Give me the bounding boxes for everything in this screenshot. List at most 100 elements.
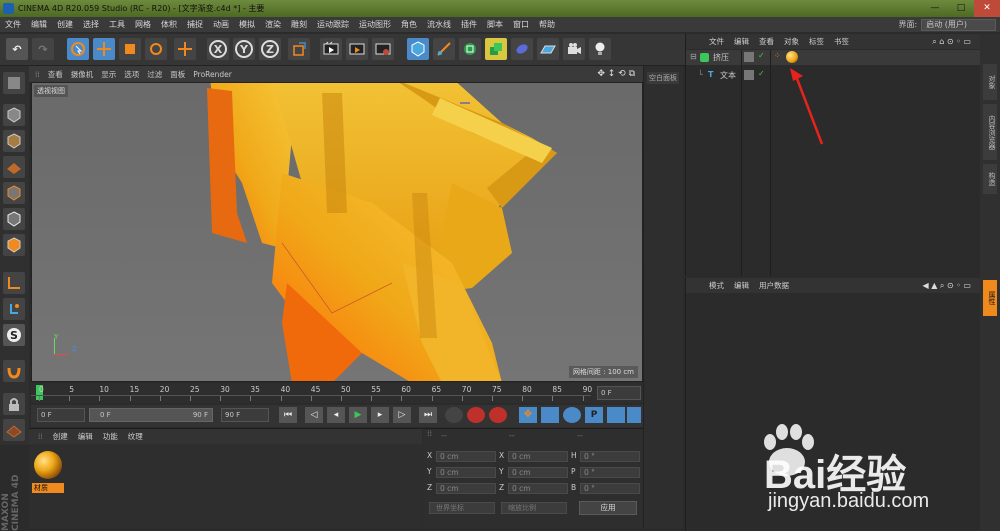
subdivision-icon[interactable] [459, 38, 481, 60]
record-keys-icon[interactable] [445, 407, 463, 423]
enabled-check-icon[interactable]: ✓ [758, 69, 765, 78]
z-axis-lock[interactable]: Z [259, 38, 281, 60]
object-menu-bookmarks[interactable]: 书签 [829, 36, 854, 47]
rotate-icon[interactable] [145, 38, 167, 60]
tab-objects[interactable]: 对象 [983, 64, 997, 100]
object-manager-tools-icons[interactable]: ⌕ ⌂ ⊙ ◦ ▭ [927, 37, 976, 47]
menu-render[interactable]: 渲染 [260, 19, 286, 30]
apply-button[interactable]: 应用 [579, 501, 637, 515]
tree-collapse-icon[interactable]: ⊟ [690, 52, 697, 61]
timeline-ruler[interactable]: 0 5 10 15 20 25 30 35 40 45 50 55 60 65 70 75 80 85 90 0 F [31, 383, 643, 403]
undo-icon[interactable]: ↶ [6, 38, 28, 60]
close-button[interactable]: ✕ [974, 0, 1000, 17]
start-frame-field[interactable]: 0 F [37, 408, 85, 422]
menu-script[interactable]: 脚本 [482, 19, 508, 30]
viewport-nav-icons[interactable]: ✥ ↕ ⟲ ⧉ [593, 69, 639, 79]
go-to-start-icon[interactable]: ⏮ [279, 407, 297, 423]
extrude-generator-icon[interactable] [485, 38, 507, 60]
viewport-menu-display[interactable]: 显示 [97, 69, 120, 80]
floor-icon[interactable] [537, 38, 559, 60]
menu-volume[interactable]: 体积 [156, 19, 182, 30]
workplane-mode-icon[interactable] [3, 156, 25, 178]
viewport-menu-panel[interactable]: 面板 [166, 69, 189, 80]
menu-mesh[interactable]: 网格 [130, 19, 156, 30]
render-to-picture-viewer-icon[interactable] [346, 38, 368, 60]
edges-mode-icon[interactable] [3, 208, 25, 230]
maximize-button[interactable]: □ [948, 0, 974, 17]
tab-attributes[interactable]: 属性 [983, 280, 997, 316]
menu-create[interactable]: 创建 [52, 19, 78, 30]
key-rotation-icon[interactable] [563, 407, 581, 423]
y-axis-lock[interactable]: Y [233, 38, 255, 60]
visibility-toggle-icon[interactable] [744, 70, 754, 80]
coord-field-b[interactable]: 0 ° [580, 483, 640, 494]
menu-tools[interactable]: 工具 [104, 19, 130, 30]
object-menu-objects[interactable]: 对象 [779, 36, 804, 47]
menu-edit[interactable]: 编辑 [26, 19, 52, 30]
visibility-toggle-icon[interactable] [744, 52, 754, 62]
live-select-icon[interactable] [67, 38, 89, 60]
coord-mode-dropdown[interactable]: 世界坐标 [429, 502, 495, 514]
polygons-mode-icon[interactable] [3, 234, 25, 256]
menu-mograph[interactable]: 运动图形 [354, 19, 396, 30]
timeline-window-icon[interactable] [627, 407, 641, 423]
light-icon[interactable] [589, 38, 611, 60]
viewport-menu-prorender[interactable]: ProRender [189, 70, 236, 79]
menu-plugins[interactable]: 插件 [456, 19, 482, 30]
coord-field-py[interactable]: 0 cm [436, 467, 496, 478]
next-key-icon[interactable]: ▷ [393, 407, 411, 423]
prev-key-icon[interactable]: ◁ [305, 407, 323, 423]
attribute-nav-icons[interactable]: ◀ ▲ ⌕ ⊙ ◦ ▭ [918, 281, 976, 291]
object-menu-view[interactable]: 查看 [754, 36, 779, 47]
coord-field-h[interactable]: 0 ° [580, 451, 640, 462]
menu-pipeline[interactable]: 流水线 [422, 19, 456, 30]
layout-dropdown[interactable]: 启动 (用户) [921, 18, 996, 31]
play-icon[interactable]: ▶ [349, 407, 367, 423]
material-slot[interactable]: 材质 [32, 449, 64, 493]
coord-field-p[interactable]: 0 ° [580, 467, 640, 478]
key-pla-icon[interactable] [607, 407, 625, 423]
object-menu-file[interactable]: 文件 [704, 36, 729, 47]
attribute-menu-userdata[interactable]: 用户数据 [754, 280, 794, 291]
scale-icon[interactable] [119, 38, 141, 60]
tab-content-browser[interactable]: 内容浏览器 [983, 104, 997, 160]
attribute-menu-edit[interactable]: 编辑 [729, 280, 754, 291]
frame-field[interactable]: 0 F [597, 386, 641, 400]
object-menu-tags[interactable]: 标签 [804, 36, 829, 47]
end-frame-field[interactable]: 90 F [221, 408, 269, 422]
next-frame-icon[interactable]: ▸ [371, 407, 389, 423]
material-menu-edit[interactable]: 编辑 [73, 431, 98, 442]
coord-field-pz[interactable]: 0 cm [436, 483, 496, 494]
menu-help[interactable]: 帮助 [534, 19, 560, 30]
key-scale-icon[interactable] [541, 407, 559, 423]
viewport-menu-cameras[interactable]: 摄像机 [67, 69, 98, 80]
coord-field-sy[interactable]: 0 cm [508, 467, 568, 478]
model-mode-icon[interactable] [3, 104, 25, 126]
coord-field-sx[interactable]: 0 cm [508, 451, 568, 462]
menu-snap[interactable]: 捕捉 [182, 19, 208, 30]
size-mode-dropdown[interactable]: 缩放比例 [501, 502, 567, 514]
menu-sculpt[interactable]: 雕刻 [286, 19, 312, 30]
go-to-end-icon[interactable]: ⏭ [419, 407, 437, 423]
transform-icon[interactable] [174, 38, 196, 60]
render-view-icon[interactable] [320, 38, 342, 60]
axis-mode-icon[interactable] [3, 272, 25, 294]
minimize-button[interactable]: — [922, 0, 948, 17]
move-icon[interactable] [93, 38, 115, 60]
deformer-icon[interactable] [511, 38, 533, 60]
object-row-text[interactable]: └ T 文本 ✓ [686, 68, 981, 83]
attribute-menu-mode[interactable]: 模式 [704, 280, 729, 291]
workplane-grid-icon[interactable] [3, 419, 25, 441]
solo-icon[interactable]: S [3, 324, 25, 346]
perspective-viewport[interactable]: 透视视图 Y Z 网格间距 : 100 cm [31, 82, 643, 382]
points-mode-icon[interactable] [3, 182, 25, 204]
material-menu-create[interactable]: 创建 [48, 431, 73, 442]
coord-field-sz[interactable]: 0 cm [508, 483, 568, 494]
camera-icon[interactable] [563, 38, 585, 60]
viewport-menu-filter[interactable]: 过滤 [143, 69, 166, 80]
material-tag-icon[interactable] [786, 51, 798, 63]
redo-icon[interactable]: ↷ [32, 38, 54, 60]
object-row-extrude[interactable]: ⊟ 挤压 ✓ ⁘ [686, 50, 981, 65]
coord-field-px[interactable]: 0 cm [436, 451, 496, 462]
key-position-icon[interactable]: ✥ [519, 407, 537, 423]
